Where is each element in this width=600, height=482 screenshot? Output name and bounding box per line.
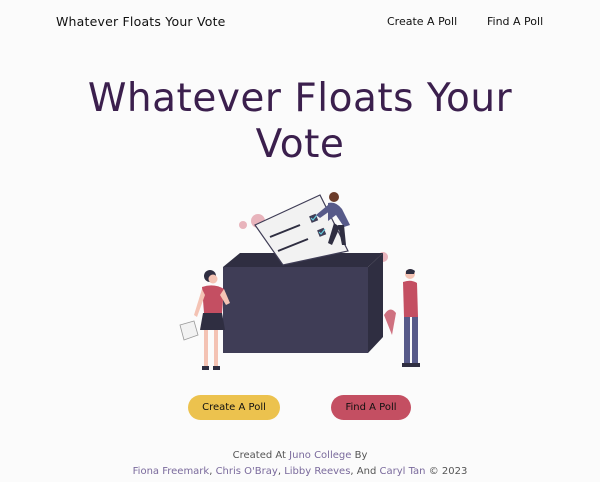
nav-create-poll-link[interactable]: Create A Poll	[387, 15, 457, 28]
footer: Created At Juno College By Fiona Freemar…	[0, 448, 600, 480]
person-top-head	[329, 192, 339, 202]
author-link-libby[interactable]: Libby Reeves	[284, 466, 350, 477]
footer-copyright: © 2023	[428, 466, 468, 477]
footer-line-1: Created At Juno College By	[0, 448, 600, 464]
page-title: Whatever Floats Your Vote	[0, 76, 600, 168]
footer-by: By	[354, 450, 368, 461]
author-link-chris[interactable]: Chris O'Bray	[216, 466, 278, 477]
footer-line-2: Fiona Freemark, Chris O'Bray, Libby Reev…	[132, 466, 468, 477]
voting-illustration	[179, 192, 420, 370]
ballot-box-side	[368, 253, 383, 353]
create-poll-button[interactable]: Create A Poll	[188, 395, 280, 420]
ballot-box-front	[223, 267, 368, 353]
decor-circle-small	[239, 221, 247, 229]
page-title-line-1: Whatever Floats Your	[87, 76, 513, 121]
juno-college-link[interactable]: Juno College	[289, 450, 351, 461]
page-title-line-2: Vote	[255, 122, 345, 167]
author-link-fiona[interactable]: Fiona Freemark	[133, 466, 210, 477]
find-poll-button[interactable]: Find A Poll	[331, 395, 411, 420]
footer-created-at: Created At	[232, 450, 286, 461]
nav-find-poll-link[interactable]: Find A Poll	[487, 15, 543, 28]
site-brand[interactable]: Whatever Floats Your Vote	[56, 14, 226, 29]
footer-and: And	[356, 466, 377, 477]
author-link-caryl[interactable]: Caryl Tan	[380, 466, 426, 477]
top-navbar: Whatever Floats Your Vote Create A Poll …	[0, 0, 600, 44]
